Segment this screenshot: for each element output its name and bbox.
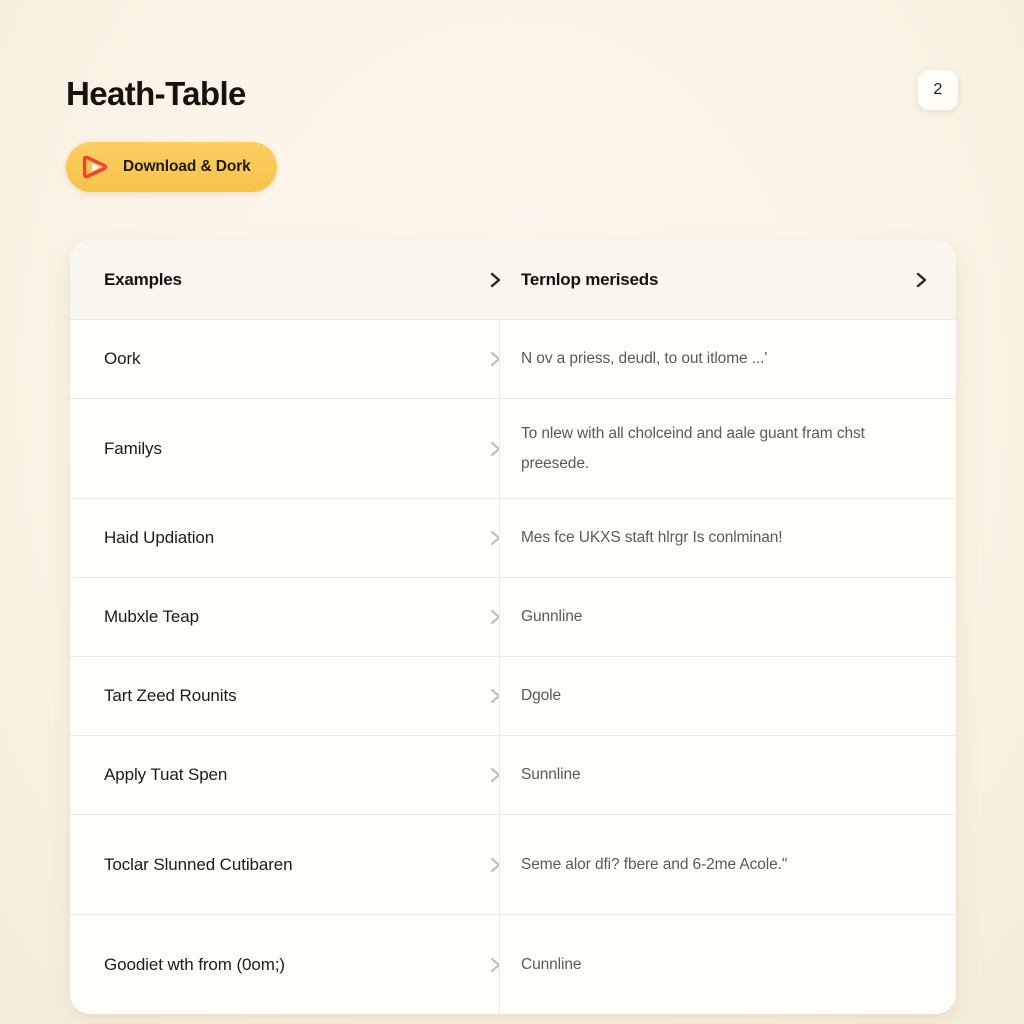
table-row-name: Oork: [104, 349, 141, 368]
table-row-desc: Seme alor dfi? fbere and 6-2me Acole.": [521, 855, 788, 873]
table-row[interactable]: Mubxle Teap Gunnline: [70, 577, 956, 656]
table-row-desc-cell: To nlew with all cholceind and aale guan…: [499, 399, 956, 498]
table-row-name: Apply Tuat Spen: [104, 765, 228, 784]
table-row[interactable]: Haid Updiation Mes fce UKXS staft hlrgr …: [70, 498, 956, 577]
table-row-desc-cell: Mes fce UKXS staft hlrgr Is conlminan!: [499, 499, 956, 577]
table-row-desc: To nlew with all cholceind and aale guan…: [521, 424, 865, 472]
page-root: Heath-Table 2 Download & Dork Examples T…: [0, 0, 1024, 1024]
download-and-dork-label: Download & Dork: [123, 158, 251, 175]
table-row[interactable]: Familys To nlew with all cholceind and a…: [70, 398, 956, 498]
chevron-right-icon[interactable]: [913, 271, 930, 288]
table-row-desc-cell: N ov a priess, deudl, to out itlome ...': [499, 320, 956, 398]
table-row-desc: Dgole: [521, 687, 561, 704]
table-row[interactable]: Oork N ov a priess, deudl, to out itlome…: [70, 319, 956, 398]
table-row-desc-cell: Sunnline: [499, 736, 956, 814]
count-badge[interactable]: 2: [918, 70, 958, 110]
table-row-name-cell[interactable]: Goodiet wth from (0om;): [70, 915, 501, 1014]
table-row-name-cell[interactable]: Mubxle Teap: [70, 578, 501, 656]
column-header-ternlop-label: Ternlop meriseds: [521, 269, 659, 289]
table-row[interactable]: Toclar Slunned Cutibaren Seme alor dfi? …: [70, 814, 956, 914]
table-row-name: Goodiet wth from (0om;): [104, 954, 285, 974]
table-row[interactable]: Tart Zeed Rounits Dgole: [70, 656, 956, 735]
count-badge-value: 2: [933, 81, 943, 98]
table-row-name: Tart Zeed Rounits: [104, 686, 237, 705]
table-row-name-cell[interactable]: Toclar Slunned Cutibaren: [70, 815, 501, 914]
table-row-desc-cell: Cunnline: [499, 915, 956, 1014]
table-row-desc: Mes fce UKXS staft hlrgr Is conlminan!: [521, 529, 783, 546]
play-icon: [82, 155, 107, 179]
page-title: Heath-Table: [66, 75, 246, 112]
table-row-name-cell[interactable]: Haid Updiation: [70, 499, 501, 577]
table-row-name-cell[interactable]: Familys: [70, 399, 501, 498]
table-row-name-cell[interactable]: Tart Zeed Rounits: [70, 657, 501, 735]
download-and-dork-button[interactable]: Download & Dork: [66, 142, 277, 192]
table-row-name: Haid Updiation: [104, 528, 215, 547]
table-row[interactable]: Apply Tuat Spen Sunnline: [70, 735, 956, 814]
column-header-examples[interactable]: Examples: [70, 240, 501, 319]
table-row[interactable]: Goodiet wth from (0om;) Cunnline: [70, 914, 956, 1014]
table-header-row: Examples Ternlop meriseds: [70, 240, 956, 319]
examples-card: Examples Ternlop meriseds Oork N ov a pr…: [70, 240, 956, 1014]
column-header-ternlop[interactable]: Ternlop meriseds: [499, 240, 956, 319]
table-row-name: Familys: [104, 438, 162, 458]
table-row-desc-cell: Gunnline: [499, 578, 956, 656]
table-row-desc: Cunnline: [521, 955, 582, 973]
table-row-name-cell[interactable]: Oork: [70, 320, 501, 398]
column-header-examples-label: Examples: [104, 269, 182, 289]
table-row-desc: N ov a priess, deudl, to out itlome ...': [521, 350, 768, 367]
table-row-name-cell[interactable]: Apply Tuat Spen: [70, 736, 501, 814]
table-row-desc: Gunnline: [521, 608, 583, 625]
table-row-desc: Sunnline: [521, 766, 581, 783]
examples-table: Examples Ternlop meriseds Oork N ov a pr…: [70, 240, 956, 1014]
table-row-name: Toclar Slunned Cutibaren: [104, 854, 293, 874]
table-row-desc-cell: Seme alor dfi? fbere and 6-2me Acole.": [499, 815, 956, 914]
table-row-name: Mubxle Teap: [104, 607, 199, 626]
table-row-desc-cell: Dgole: [499, 657, 956, 735]
